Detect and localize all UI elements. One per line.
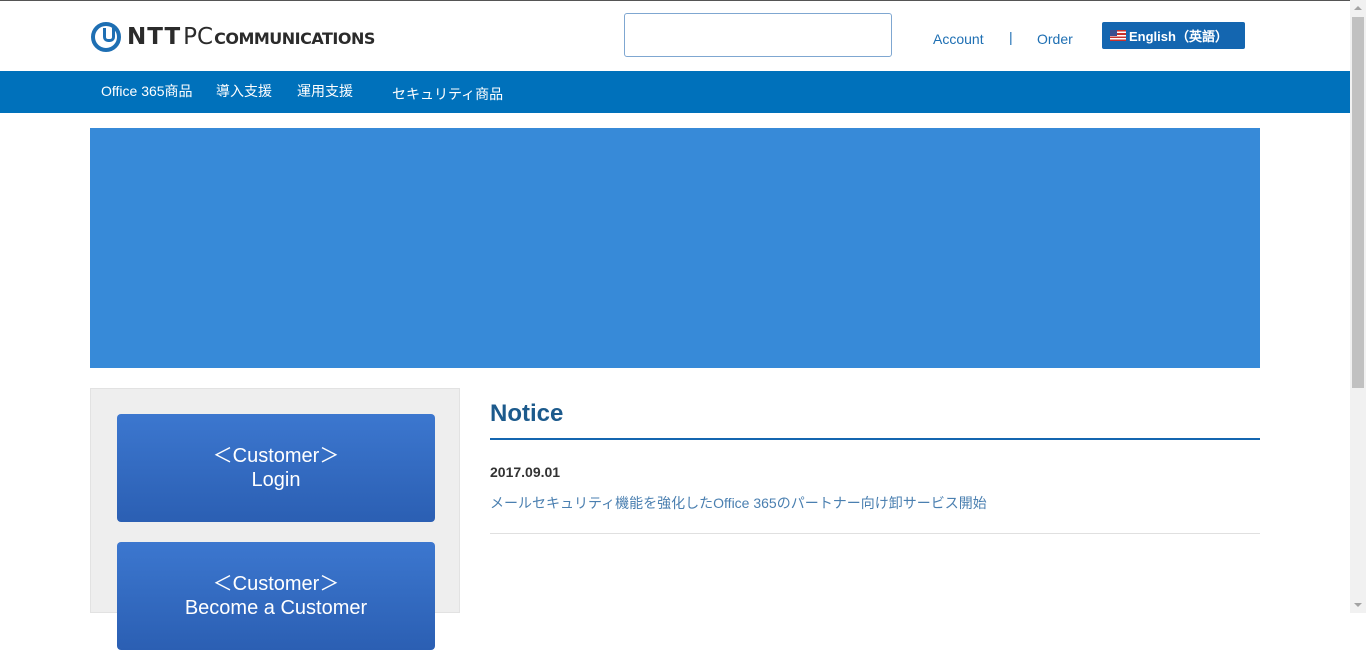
- sidebar-panel: ＜Customer＞ Login ＜Customer＞ Become a Cus…: [90, 388, 460, 650]
- vertical-scrollbar[interactable]: [1350, 0, 1366, 613]
- nav-item-security-products[interactable]: セキュリティ商品: [392, 84, 503, 104]
- logo-ntt-text: NTT: [127, 24, 182, 50]
- logo-wordmark: NTT PC COMMUNICATIONS: [127, 24, 375, 50]
- become-customer-line2: Become a Customer: [184, 597, 368, 619]
- logo-communications-text: COMMUNICATIONS: [214, 29, 375, 48]
- nav-item-introduction-support[interactable]: 導入支援: [216, 81, 272, 101]
- hero-banner: [90, 128, 1260, 368]
- language-button-label: English（英語）: [1129, 29, 1228, 44]
- notice-item-divider: [490, 533, 1260, 534]
- language-button[interactable]: English（英語）: [1102, 22, 1245, 49]
- nav-item-operation-support[interactable]: 運用支援: [297, 81, 353, 101]
- notice-date: 2017.09.01: [490, 464, 561, 480]
- notice-item-link[interactable]: メールセキュリティ機能を強化したOffice 365のパートナー向け卸サービス開…: [490, 493, 987, 513]
- customer-login-line2: Login: [251, 469, 301, 491]
- order-link[interactable]: Order: [1037, 31, 1073, 47]
- scroll-down-arrow-icon[interactable]: [1350, 597, 1366, 613]
- site-header: NTT PC COMMUNICATIONS Account | Order En…: [0, 1, 1350, 71]
- account-link[interactable]: Account: [933, 31, 984, 47]
- search-input[interactable]: [624, 13, 892, 57]
- main-nav: Office 365商品 導入支援 運用支援 セキュリティ商品: [0, 71, 1350, 113]
- customer-login-button[interactable]: ＜Customer＞ Login: [117, 414, 435, 522]
- notice-divider: [490, 438, 1260, 440]
- customer-login-line1: ＜Customer＞: [212, 445, 340, 467]
- header-link-separator: |: [1009, 29, 1013, 45]
- become-customer-button[interactable]: ＜Customer＞ Become a Customer: [117, 542, 435, 650]
- notice-heading: Notice: [490, 400, 564, 427]
- become-customer-line1: ＜Customer＞: [212, 573, 340, 595]
- nav-item-office365[interactable]: Office 365商品: [101, 81, 193, 101]
- company-logo[interactable]: NTT PC COMMUNICATIONS: [91, 20, 375, 54]
- logo-pc-text: PC: [183, 24, 214, 50]
- scrollbar-thumb[interactable]: [1352, 17, 1364, 388]
- ntt-logo-mark-icon: [91, 22, 121, 52]
- scroll-up-arrow-icon[interactable]: [1350, 0, 1366, 16]
- us-flag-icon: [1110, 30, 1126, 41]
